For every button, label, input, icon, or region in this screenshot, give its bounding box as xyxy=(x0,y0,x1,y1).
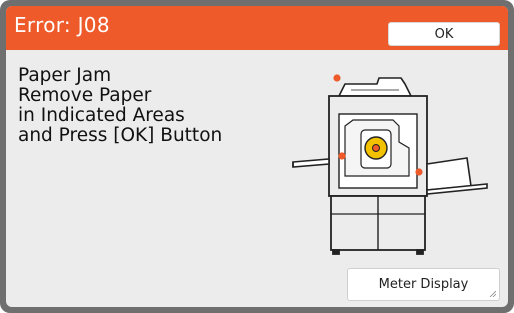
dialog-title: Error: J08 xyxy=(14,13,110,37)
message-line-2: Remove Paper xyxy=(18,85,152,106)
feed-tray xyxy=(292,158,330,168)
error-message: Paper Jam Remove Paper in Indicated Area… xyxy=(18,66,222,146)
printer-cabinet xyxy=(330,195,426,255)
screen-bezel: Error: J08 OK Paper Jam Remove Paper in … xyxy=(0,0,514,313)
printer-illustration xyxy=(292,74,488,255)
jam-marker-delivery xyxy=(415,168,423,176)
drum-section xyxy=(338,113,418,189)
message-line-1: Paper Jam xyxy=(18,65,112,86)
dialog-title-bar: Error: J08 OK xyxy=(6,6,508,50)
ok-button[interactable]: OK xyxy=(388,22,500,46)
message-line-4: and Press [OK] Button xyxy=(18,125,223,146)
jam-marker-scanner xyxy=(333,74,341,82)
corner-grip-icon xyxy=(489,290,496,297)
scanner-unit xyxy=(338,77,412,97)
message-line-3: in Indicated Areas xyxy=(18,105,185,126)
meter-display-label: Meter Display xyxy=(378,277,469,292)
meter-display-button[interactable]: Meter Display xyxy=(347,268,500,301)
delivery-tray xyxy=(426,157,488,195)
jam-marker-feed xyxy=(338,152,346,160)
error-dialog: Error: J08 OK Paper Jam Remove Paper in … xyxy=(6,6,508,307)
